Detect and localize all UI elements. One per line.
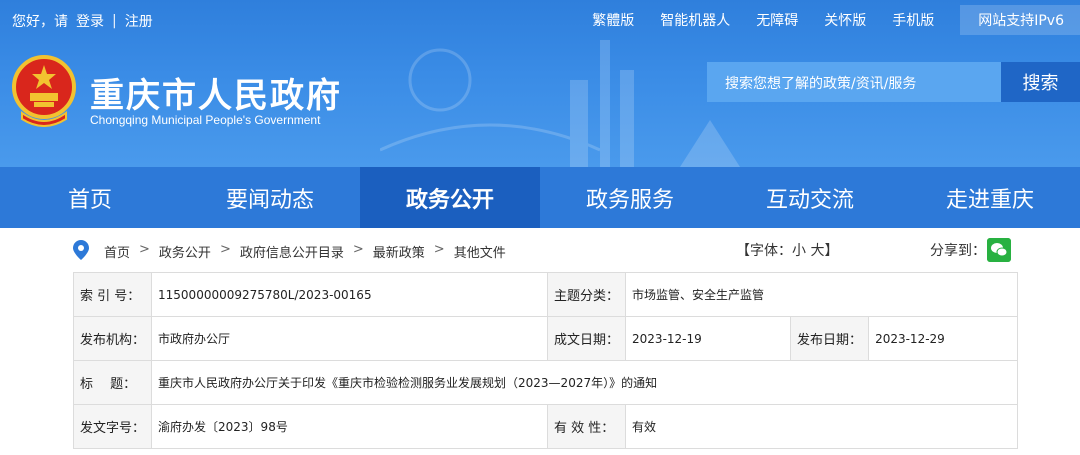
table-row: 标 题： 重庆市人民政府办公厅关于印发《重庆市检验检测服务业发展规划（2023—… [72, 360, 1018, 405]
written-date-value: 2023-12-19 [625, 316, 792, 361]
table-row: 发布机构： 市政府办公厅 成文日期： 2023-12-19 发布日期： 2023… [72, 316, 1018, 361]
written-date-label: 成文日期： [547, 316, 627, 361]
topic-value: 市场监管、安全生产监管 [625, 272, 1018, 317]
breadcrumb-row: 首页 > 政务公开 > 政府信息公开目录 > 最新政策 > 其他文件 【字体：小… [0, 228, 1080, 272]
search-input[interactable]: 搜索您想了解的政策/资讯/服务 [707, 62, 1001, 102]
topic-label: 主题分类： [547, 272, 627, 317]
login-link[interactable]: 登录 [76, 11, 104, 31]
breadcrumb-arrow: > [352, 242, 364, 257]
location-pin-icon [73, 240, 89, 260]
document-meta-table: 索 引 号： 11500000009275780L/2023-00165 主题分… [72, 272, 1018, 449]
breadcrumb-latest-policy[interactable]: 最新政策 [373, 242, 425, 261]
share-label: 分享到： [930, 243, 986, 259]
login-separator: | [112, 13, 117, 29]
document-title-value: 重庆市人民政府办公厅关于印发《重庆市检验检测服务业发展规划（2023—2027年… [151, 360, 1018, 405]
breadcrumb-government-affairs[interactable]: 政务公开 [159, 242, 211, 261]
title-label: 标 题： [72, 360, 153, 405]
nav-item-government-services[interactable]: 政务服务 [540, 167, 720, 228]
index-value: 11500000009275780L/2023-00165 [151, 272, 549, 317]
main-nav: 首页 要闻动态 政务公开 政务服务 互动交流 走进重庆 [0, 167, 1080, 228]
accessibility-link[interactable]: 无障碍 [756, 10, 798, 30]
index-label: 索 引 号： [72, 272, 153, 317]
font-size-control[interactable]: 【字体：小 大】 [736, 240, 838, 260]
publisher-label: 发布机构： [72, 316, 153, 361]
national-emblem-icon[interactable] [12, 55, 76, 127]
traditional-chinese-link[interactable]: 繁體版 [592, 10, 634, 30]
search-button[interactable]: 搜索 [1001, 62, 1080, 102]
nav-item-news[interactable]: 要闻动态 [180, 167, 360, 228]
breadcrumb-other-files[interactable]: 其他文件 [454, 242, 506, 261]
published-date-value: 2023-12-29 [868, 316, 1018, 361]
site-subtitle: Chongqing Municipal People's Government [90, 113, 321, 127]
ai-robot-link[interactable]: 智能机器人 [660, 10, 730, 30]
doc-number-label: 发文字号： [72, 404, 153, 449]
skyline-decoration [380, 40, 740, 167]
elderly-care-link[interactable]: 关怀版 [824, 10, 866, 30]
breadcrumb-home[interactable]: 首页 [104, 242, 130, 261]
validity-label: 有 效 性： [547, 404, 627, 449]
published-date-label: 发布日期： [790, 316, 870, 361]
breadcrumb-arrow: > [219, 242, 231, 257]
table-row: 索 引 号： 11500000009275780L/2023-00165 主题分… [72, 272, 1018, 317]
nav-item-interaction[interactable]: 互动交流 [720, 167, 900, 228]
ipv6-badge: 网站支持IPv6 [960, 5, 1080, 35]
doc-number-value: 渝府办发〔2023〕98号 [151, 404, 549, 449]
breadcrumb-info-catalog[interactable]: 政府信息公开目录 [240, 242, 344, 261]
greeting-text: 您好，请 [12, 14, 68, 30]
nav-item-about-chongqing[interactable]: 走进重庆 [900, 167, 1080, 228]
table-row: 发文字号： 渝府办发〔2023〕98号 有 效 性： 有效 [72, 404, 1018, 449]
register-link[interactable]: 注册 [125, 11, 153, 31]
breadcrumb-arrow: > [433, 242, 445, 257]
wechat-share-icon[interactable] [987, 238, 1011, 262]
mobile-version-link[interactable]: 手机版 [892, 10, 934, 30]
breadcrumb-arrow: > [139, 242, 150, 257]
site-title[interactable]: 重庆市人民政府 [90, 68, 342, 117]
site-banner: 您好，请 登录 | 注册 繁體版 智能机器人 无障碍 关怀版 手机版 网站支持I… [0, 0, 1080, 167]
breadcrumb: 首页 > 政务公开 > 政府信息公开目录 > 最新政策 > 其他文件 [104, 242, 506, 261]
top-bar: 您好，请 登录 | 注册 繁體版 智能机器人 无障碍 关怀版 手机版 网站支持I… [0, 0, 1080, 40]
nav-item-home[interactable]: 首页 [0, 167, 180, 228]
validity-value: 有效 [625, 404, 1018, 449]
publisher-value: 市政府办公厅 [151, 316, 549, 361]
nav-item-government-affairs[interactable]: 政务公开 [360, 167, 540, 228]
